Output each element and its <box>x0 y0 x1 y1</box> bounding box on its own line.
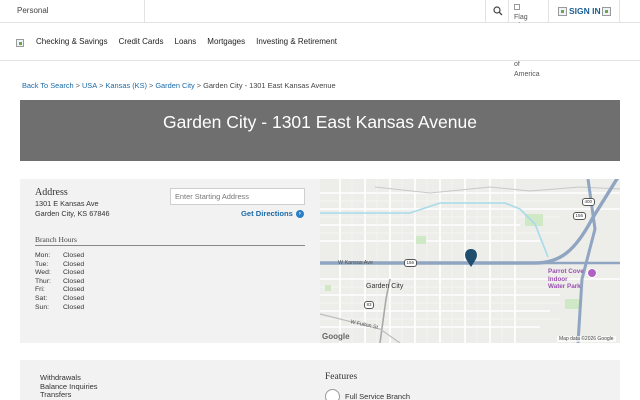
route-shield-156: 156 <box>404 259 417 267</box>
lock-icon <box>558 6 567 16</box>
hours-value: Closed <box>63 260 85 268</box>
breadcrumb-separator: > <box>75 81 80 90</box>
segment-selector[interactable]: Personal <box>0 0 145 22</box>
starting-address-input[interactable] <box>170 188 305 205</box>
hours-day: Wed: <box>35 269 51 277</box>
feature-item: Full Service Branch <box>345 392 411 400</box>
route-shield-400: 400 <box>582 198 595 206</box>
address-heading: Address <box>35 187 68 198</box>
route-shield-83: 83 <box>364 301 375 309</box>
hours-row-thur: Thur: Closed <box>35 278 84 287</box>
address-line-2: Garden City, KS 67846 <box>35 209 110 218</box>
branch-map[interactable]: W Kansas Ave W Fulton St 156 156 400 83 … <box>320 179 620 343</box>
sign-in-button[interactable]: SIGN IN <box>548 0 620 22</box>
services-panel: Withdrawals Balance Inquiries Transfers … <box>20 360 620 400</box>
map-city-label: Garden City <box>366 283 404 290</box>
search-icon <box>493 6 503 16</box>
breadcrumb-separator: > <box>99 81 104 90</box>
page-title: Garden City - 1301 East Kansas Avenue <box>163 112 477 132</box>
search-button[interactable] <box>485 0 509 22</box>
hours-row-sun: Sun: Closed <box>35 304 84 313</box>
hours-value: Closed <box>63 286 85 294</box>
breadcrumb-garden-city[interactable]: Garden City <box>155 81 194 90</box>
map-poi-label: Parrot Cove Indoor Water Park <box>548 268 584 290</box>
hero-banner: Garden City - 1301 East Kansas Avenue <box>20 100 620 161</box>
hours-day: Tue: <box>35 260 49 268</box>
get-directions-label: Get Directions <box>241 209 293 218</box>
nav-item-investing[interactable]: Investing & Retirement <box>256 37 337 46</box>
hours-value: Closed <box>63 303 85 311</box>
nav-item-checking-savings[interactable]: Checking & Savings <box>36 37 108 46</box>
route-shield-156-north: 156 <box>573 212 586 220</box>
nav-item-loans[interactable]: Loans <box>175 37 197 46</box>
bank-logo[interactable] <box>16 38 24 47</box>
hours-row-mon: Mon: Closed <box>35 252 84 261</box>
hours-value: Closed <box>63 269 85 277</box>
street-label-kansas: W Kansas Ave <box>338 260 373 266</box>
branch-hours-heading: Branch Hours <box>35 235 77 244</box>
nav-menu: Checking & Savings Credit Cards Loans Mo… <box>36 37 337 46</box>
breadcrumb-separator: > <box>196 81 202 90</box>
breadcrumb-current: Garden City - 1301 East Kansas Avenue <box>203 81 336 90</box>
breadcrumb-separator: > <box>148 81 154 90</box>
service-item: Transfers <box>40 390 72 399</box>
features-heading: Features <box>325 372 358 382</box>
main-nav: Checking & Savings Credit Cards Loans Mo… <box>0 23 640 61</box>
top-bar: Personal Flag of the United States of Am… <box>0 0 640 78</box>
breadcrumb-usa[interactable]: USA <box>82 81 97 90</box>
google-logo: Google <box>322 332 350 341</box>
breadcrumb-kansas[interactable]: Kansas (KS) <box>105 81 147 90</box>
address-line-1: 1301 E Kansas Ave <box>35 199 99 208</box>
hours-day: Fri: <box>35 286 45 294</box>
segment-label: Personal <box>17 6 49 15</box>
branch-icon <box>325 389 340 400</box>
hours-value: Closed <box>63 252 85 259</box>
hours-day: Thur: <box>35 277 51 285</box>
hours-day: Sat: <box>35 294 48 302</box>
map-attribution[interactable]: Map data ©2026 Google <box>557 336 616 342</box>
hours-day: Mon: <box>35 252 51 259</box>
water-park-icon <box>587 268 597 278</box>
nav-item-mortgages[interactable]: Mortgages <box>207 37 245 46</box>
breadcrumb: Back To Search > USA > Kansas (KS) > Garden Ci… <box>22 81 336 90</box>
breadcrumb-back-to-search[interactable]: Back To Search <box>22 81 74 90</box>
user-icon <box>601 6 611 16</box>
nav-item-credit-cards[interactable]: Credit Cards <box>119 37 164 46</box>
hours-list: Mon: Closed Tue: Closed Wed: Closed Thur: Cl… <box>35 252 84 312</box>
branch-info-panel: Address 1301 E Kansas Ave Garden City, K… <box>20 179 320 343</box>
hours-value: Closed <box>63 277 85 285</box>
hours-divider <box>35 245 305 246</box>
hours-day: Sun: <box>35 303 49 311</box>
arrow-right-icon: › <box>295 210 304 218</box>
hours-row-wed: Wed: Closed <box>35 269 84 278</box>
hours-row-fri: Fri: Closed <box>35 286 84 295</box>
sign-in-label: SIGN IN <box>569 6 601 16</box>
logo-icon <box>16 38 24 47</box>
hours-row-sat: Sat: Closed <box>35 295 84 304</box>
hours-value: Closed <box>63 294 85 302</box>
get-directions-button[interactable]: Get Directions › <box>241 209 304 218</box>
hours-row-tue: Tue: Closed <box>35 261 84 270</box>
broken-image-icon <box>514 4 520 11</box>
